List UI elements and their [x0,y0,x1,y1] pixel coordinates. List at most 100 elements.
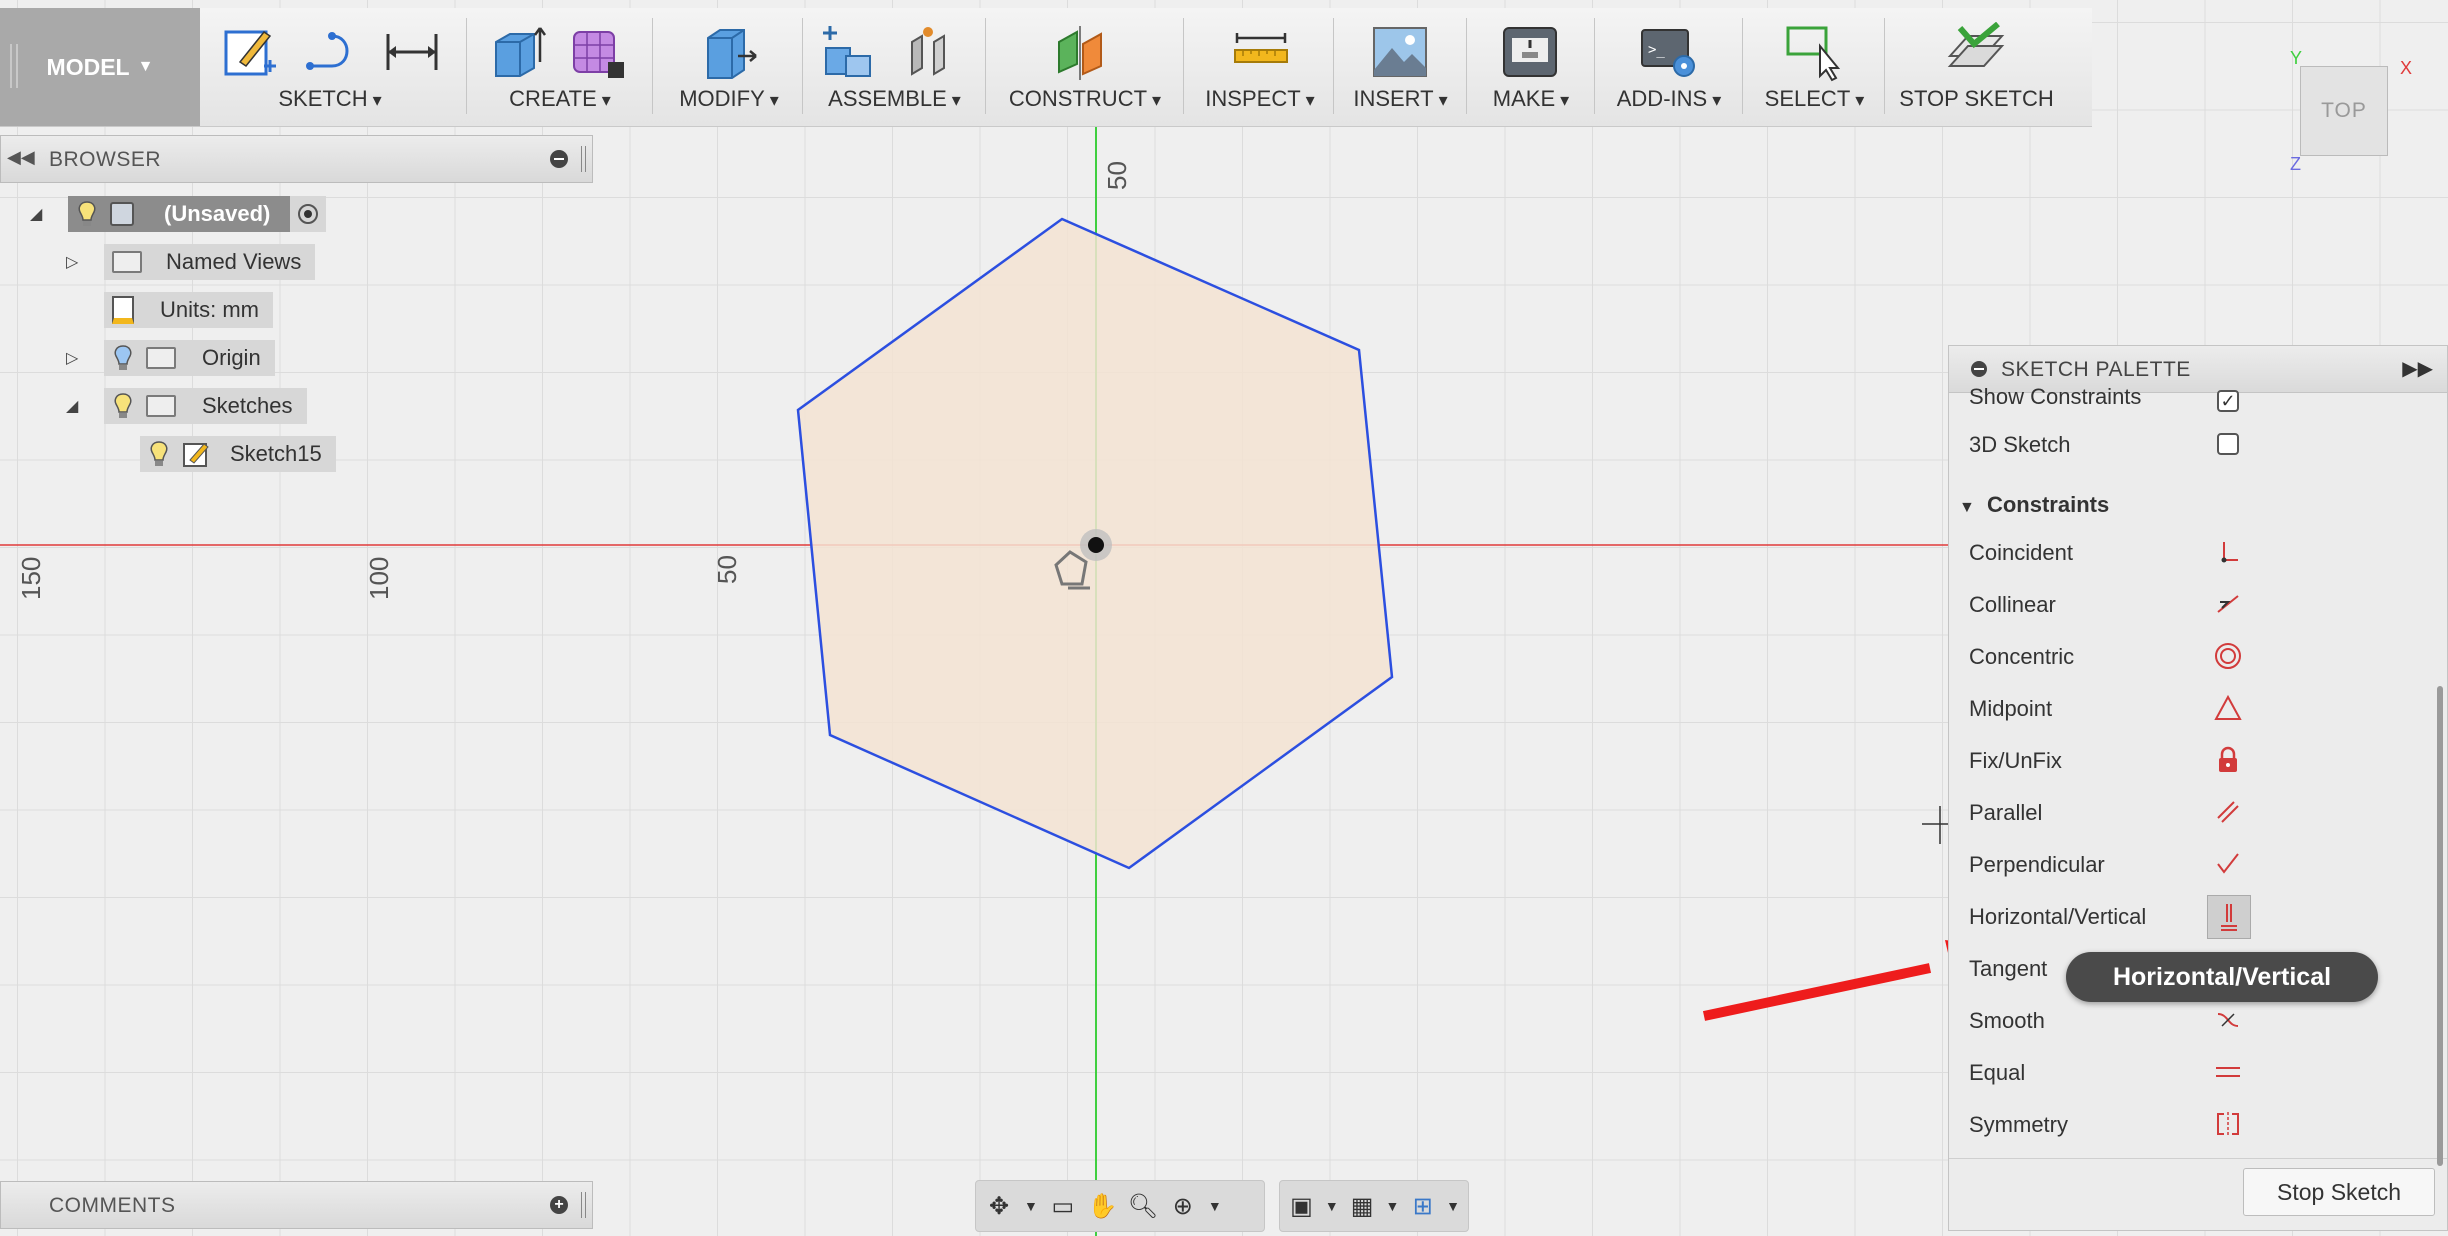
tree-item-sketch15[interactable]: Sketch15 [140,436,336,472]
constraint-perpendicular[interactable]: Perpendicular [1969,838,2399,890]
constraint-coincident[interactable]: Coincident [1969,526,2399,578]
view-cube-face-top[interactable]: TOP [2300,66,2388,156]
new-component-icon[interactable] [816,22,876,82]
expanded-triangle-icon[interactable]: ◢ [66,396,78,416]
panel-grip[interactable] [581,146,586,172]
add-ins-menu[interactable]: >_ ADD-INS [1604,8,1734,126]
viewports-icon[interactable]: ⊞ [1409,1191,1436,1221]
look-at-icon[interactable]: ▭ [1048,1191,1078,1221]
minimize-icon[interactable] [550,150,568,168]
collapsed-triangle-icon[interactable]: ▷ [66,252,78,272]
offset-plane-icon[interactable] [1051,22,1111,82]
navigation-bar: ✥ ▼ ▭ ✋ 🔍︎ ⊕ ▼ ▣ ▼ ▦ ▼ ⊞ ▼ [975,1180,1469,1232]
stop-sketch-button[interactable]: Stop Sketch [2243,1168,2435,1216]
scripts-icon[interactable]: >_ [1638,22,1698,82]
create-menu[interactable]: CREATE [480,8,640,126]
assemble-menu[interactable]: ASSEMBLE [812,8,977,126]
workspace-switcher[interactable]: MODEL ▼ [0,8,200,126]
fit-icon[interactable]: ⊕ [1168,1191,1198,1221]
toolbar-divider [1333,18,1334,114]
scrollbar-thumb[interactable] [2437,686,2443,1166]
option-3d-sketch[interactable]: 3D Sketch [1969,418,2399,470]
add-comment-icon[interactable]: + [550,1196,568,1214]
chevron-down-icon[interactable]: ▼ [1325,1198,1339,1214]
tree-item-root[interactable]: (Unsaved) [68,196,327,232]
make-menu[interactable]: MAKE [1476,8,1586,126]
show-constraints-checkbox[interactable]: ✓ [2217,390,2239,412]
stop-sketch-toolbar-button[interactable]: STOP SKETCH [1894,8,2059,126]
minimize-icon[interactable] [1971,361,1987,377]
construct-menu[interactable]: CONSTRUCT [995,8,1175,126]
tree-item-origin[interactable]: Origin [104,340,275,376]
sketch-menu[interactable]: SKETCH [210,8,450,126]
constraint-parallel[interactable]: Parallel [1969,786,2399,838]
finish-sketch-icon[interactable] [1946,22,2006,82]
collinear-icon[interactable] [2211,587,2245,621]
expand-panel-icon[interactable]: ▶▶ [2402,356,2433,381]
grid-icon[interactable]: ▦ [1349,1191,1376,1221]
modify-menu[interactable]: MODIFY [664,8,794,126]
concentric-icon[interactable] [2211,639,2245,673]
option-show-constraints[interactable]: Show Constraints ✓ [1969,382,2399,420]
constraint-fix-unfix[interactable]: Fix/UnFix [1969,734,2399,786]
press-pull-icon[interactable] [700,22,760,82]
view-cube[interactable]: TOP Y X Z [2290,48,2412,174]
horizontal-vertical-icon[interactable] [2207,895,2251,939]
activate-radio-icon[interactable] [290,196,327,232]
constraint-concentric[interactable]: Concentric [1969,630,2399,682]
orbit-icon[interactable]: ✥ [984,1191,1014,1221]
line-spline-icon[interactable] [302,22,362,82]
center-point[interactable] [1088,537,1104,553]
insert-image-icon[interactable] [1370,22,1430,82]
midpoint-icon[interactable] [2211,691,2245,725]
pan-hand-icon[interactable]: ✋ [1088,1191,1118,1221]
insert-menu[interactable]: INSERT [1343,8,1458,126]
equal-icon[interactable] [2211,1055,2245,1089]
parallel-icon[interactable] [2211,795,2245,829]
visibility-bulb-icon[interactable] [76,200,98,228]
chevron-down-icon[interactable]: ▼ [1385,1198,1399,1214]
tree-item-sketches[interactable]: Sketches [104,388,307,424]
toolbar-grip[interactable] [10,44,18,88]
collapse-panel-icon[interactable]: ◀◀ [7,147,35,168]
smooth-icon[interactable] [2211,1003,2245,1037]
display-settings-icon[interactable]: ▣ [1288,1191,1315,1221]
3d-sketch-checkbox[interactable] [2217,433,2239,455]
panel-grip[interactable] [581,1192,586,1218]
coincident-icon[interactable] [2211,535,2245,569]
inspect-menu[interactable]: INSPECT [1195,8,1325,126]
tree-item-named-views[interactable]: Named Views [104,244,316,280]
visibility-bulb-icon[interactable] [112,392,134,420]
measure-icon[interactable] [1231,22,1291,82]
chevron-down-icon[interactable]: ▼ [1024,1198,1038,1214]
joint-icon[interactable] [900,22,960,82]
visibility-bulb-icon[interactable] [148,440,170,468]
constraint-midpoint[interactable]: Midpoint [1969,682,2399,734]
constraints-section-header[interactable]: ▼ Constraints [1959,492,2109,518]
zoom-icon[interactable]: 🔍︎ [1128,1191,1158,1221]
constraint-equal[interactable]: Equal [1969,1046,2399,1098]
select-menu[interactable]: SELECT [1752,8,1877,126]
browser-panel-header[interactable]: ◀◀ BROWSER [0,135,593,183]
collapsed-triangle-icon[interactable]: ▷ [66,348,78,368]
constraint-collinear[interactable]: Collinear [1969,578,2399,630]
palette-scrollbar[interactable] [2437,446,2445,1196]
chevron-down-icon[interactable]: ▼ [1446,1198,1460,1214]
tree-item-units[interactable]: Units: mm [104,292,273,328]
select-icon[interactable] [1784,22,1844,82]
constraint-symmetry[interactable]: Symmetry [1969,1098,2399,1150]
visibility-bulb-icon[interactable] [112,344,134,372]
perpendicular-icon[interactable] [2211,847,2245,881]
sketch-dimension-icon[interactable] [382,22,442,82]
symmetry-icon[interactable] [2211,1107,2245,1141]
3d-print-icon[interactable] [1500,22,1560,82]
extrude-icon[interactable] [488,22,548,82]
chevron-down-icon[interactable]: ▼ [1208,1198,1222,1214]
comments-panel-header[interactable]: COMMENTS + [0,1181,593,1229]
create-sketch-icon[interactable] [220,22,280,82]
expanded-triangle-icon[interactable]: ◢ [30,204,42,224]
component-icon [110,202,134,226]
form-icon[interactable] [568,22,628,82]
lock-icon[interactable] [2211,743,2245,777]
constraint-horizontal-vertical[interactable]: Horizontal/Vertical [1969,890,2399,942]
